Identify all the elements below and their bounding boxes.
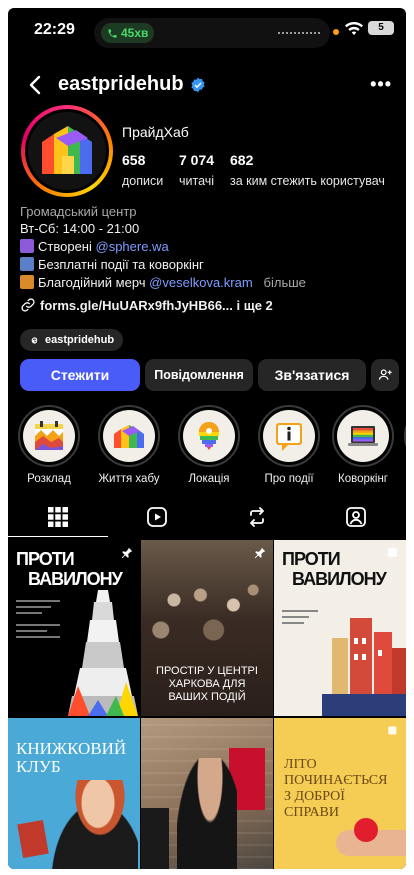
username-row: eastpridehub xyxy=(58,73,206,96)
bio-hours: Вт-Сб: 14:00 - 21:00 xyxy=(20,221,140,236)
message-button[interactable]: Повідомлення xyxy=(145,359,253,391)
highlight-location[interactable]: Локація xyxy=(176,405,242,485)
location-pin-icon xyxy=(199,422,219,450)
photo-person xyxy=(141,808,169,869)
status-time: 22:29 xyxy=(34,21,75,38)
post-tile[interactable] xyxy=(141,718,273,869)
battery-icon: 5 xyxy=(368,21,394,35)
highlight-label: Локація xyxy=(188,473,230,485)
stat-value: 682 xyxy=(230,152,254,168)
call-indicator[interactable]: 45хв xyxy=(101,23,155,43)
call-duration: 45хв xyxy=(121,26,149,40)
tower-illustration xyxy=(68,590,138,716)
active-tab-indicator xyxy=(8,536,108,537)
back-chevron-icon[interactable] xyxy=(26,74,46,96)
post-tile[interactable]: ПРОТИ ВАВИЛОНУ xyxy=(8,540,140,716)
event-info-text xyxy=(282,610,318,628)
reels-icon[interactable] xyxy=(146,506,168,528)
laptop-emoji-icon xyxy=(20,257,34,271)
mention-link[interactable]: @veselkova.kram xyxy=(149,275,253,290)
highlight-label: Про події xyxy=(264,473,314,485)
highlight-label: Коворкінг xyxy=(338,473,388,485)
stat-label: дописи xyxy=(122,174,164,188)
pridehub-logo-icon xyxy=(28,112,106,190)
post-tile[interactable]: ПРОСТІР У ЦЕНТРІ ХАРКОВА ДЛЯ ВАШИХ ПОДІЙ xyxy=(141,540,273,716)
pin-icon xyxy=(254,547,266,559)
post-tile[interactable]: ЛІТО ПОЧИНАЄТЬСЯ З ДОБРОЇ СПРАВИ xyxy=(274,718,406,869)
suggest-people-button[interactable] xyxy=(371,359,399,391)
status-bar: 22:29 45хв 5 xyxy=(8,8,406,54)
highlight-coworking[interactable]: Коворкінг xyxy=(330,405,396,485)
verified-badge-icon xyxy=(190,77,205,92)
post-tile[interactable]: КНИЖКОВИЙ КЛУБ xyxy=(8,718,140,869)
link-icon xyxy=(21,298,35,312)
info-icon xyxy=(276,423,302,451)
profile-username: eastpridehub xyxy=(58,73,184,95)
profile-full-name: ПрайдХаб xyxy=(122,124,189,140)
stat-label: читачі xyxy=(179,174,215,188)
threads-icon xyxy=(31,336,38,344)
story-ring[interactable] xyxy=(21,105,113,197)
arrow-down-emoji-icon xyxy=(20,239,34,253)
houses-icon xyxy=(114,425,144,448)
threads-handle: eastpridehub xyxy=(45,334,115,346)
dynamic-island[interactable]: 45хв xyxy=(94,18,330,48)
follow-button[interactable]: Стежити xyxy=(20,359,140,391)
stat-value: 658 xyxy=(122,152,146,168)
stat-followers[interactable]: 7 074 читачі xyxy=(179,152,214,188)
phone-screen: 22:29 45хв 5 eastpridehub ••• ПрайдХаб 6… xyxy=(8,8,406,869)
audio-wave-icon xyxy=(278,32,320,34)
stat-posts[interactable]: 658 дописи xyxy=(122,152,163,188)
stat-label: за ким стежить користувач xyxy=(230,174,385,188)
event-info-text xyxy=(16,600,60,642)
phone-icon xyxy=(108,28,117,38)
threads-badge[interactable]: eastpridehub xyxy=(20,329,124,351)
bio-created: Створені @sphere.wa xyxy=(20,239,169,254)
stat-following[interactable]: 682 за ким стежить користувач xyxy=(230,152,385,188)
bio-more-link[interactable]: більше xyxy=(264,275,306,290)
bio-link[interactable]: forms.gle/HuUARx9fhJyHB66... і ще 2 xyxy=(20,297,273,313)
mention-link[interactable]: @sphere.wa xyxy=(96,239,169,254)
highlight-about-events[interactable]: Про події xyxy=(256,405,322,485)
pin-icon xyxy=(121,547,133,559)
photo-person xyxy=(38,780,138,869)
highlight-label: Розклад xyxy=(27,473,71,485)
wifi-icon xyxy=(345,22,363,35)
grid-icon[interactable] xyxy=(47,506,69,528)
highlight-schedule[interactable]: Розклад xyxy=(16,405,82,485)
more-options-icon[interactable]: ••• xyxy=(370,74,392,95)
stat-value: 7 074 xyxy=(179,152,215,168)
tagged-icon[interactable] xyxy=(345,506,367,528)
pin-icon xyxy=(388,726,397,735)
post-tile[interactable]: ПРОТИ ВАВИЛОНУ xyxy=(274,540,406,716)
pin-icon xyxy=(387,547,398,558)
photo-person xyxy=(177,758,237,869)
book-illustration xyxy=(17,820,49,858)
avatar xyxy=(28,112,106,190)
highlight-next-partial[interactable] xyxy=(402,405,406,467)
shopping-bags-emoji-icon xyxy=(20,275,34,289)
highlight-label: Життя хабу xyxy=(98,473,160,485)
bio-events: Безплатні події та коворкінг xyxy=(20,257,204,272)
laptop-icon xyxy=(348,426,378,446)
privacy-dot-icon xyxy=(333,29,339,35)
highlight-hub-life[interactable]: Життя хабу xyxy=(96,405,162,485)
photo-people xyxy=(141,560,273,660)
bio-merch: Благодійний мерч @veselkova.kram більше xyxy=(20,275,306,290)
bio-category: Громадський центр xyxy=(20,204,137,219)
heart-illustration xyxy=(354,818,378,842)
contact-button[interactable]: Зв'язатися xyxy=(258,359,366,391)
tower-illustration xyxy=(322,618,406,716)
calendar-icon xyxy=(35,421,63,450)
repost-icon[interactable] xyxy=(246,506,268,528)
add-person-icon xyxy=(378,369,392,380)
